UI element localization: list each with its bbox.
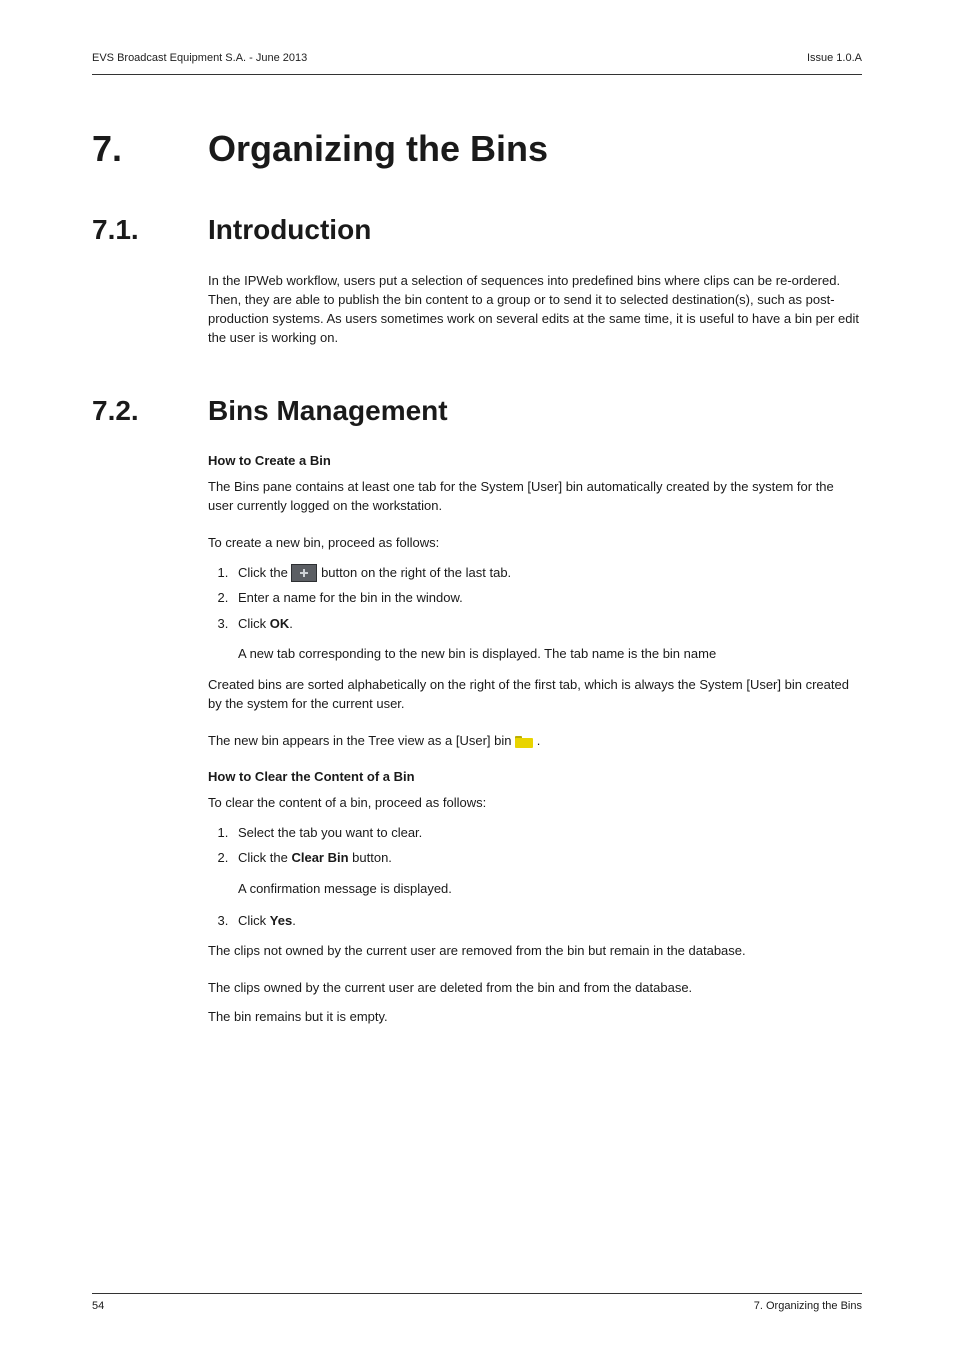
section-title: Bins Management: [208, 395, 448, 427]
clear-bin-after3: The bin remains but it is empty.: [208, 1008, 862, 1027]
chapter-heading: 7. Organizing the Bins: [92, 128, 862, 170]
list-item: Click Yes.: [232, 911, 862, 931]
clear-bin-after1: The clips not owned by the current user …: [208, 942, 862, 961]
clear-bin-result: A confirmation message is displayed.: [238, 880, 862, 899]
plus-icon: [291, 564, 317, 582]
create-bin-result: A new tab corresponding to the new bin i…: [238, 645, 862, 664]
create-bin-heading: How to Create a Bin: [208, 453, 862, 468]
step-text: button on the right of the last tab.: [317, 565, 511, 580]
chapter-number: 7.: [92, 128, 208, 170]
step-text: .: [289, 616, 293, 631]
step-text: Click the: [238, 565, 291, 580]
step-text: Click: [238, 616, 270, 631]
page-number: 54: [92, 1300, 104, 1312]
yes-label: Yes: [270, 913, 292, 928]
list-item: Click OK.: [232, 614, 862, 634]
ok-label: OK: [270, 616, 290, 631]
section-7-1-heading: 7.1. Introduction: [92, 214, 862, 246]
clear-bin-heading: How to Clear the Content of a Bin: [208, 769, 862, 784]
step-text: Click: [238, 913, 270, 928]
text-fragment: .: [533, 733, 540, 748]
list-item: Click the Clear Bin button.: [232, 848, 862, 868]
step-text: button.: [349, 850, 392, 865]
footer-chapter: 7. Organizing the Bins: [754, 1300, 862, 1312]
folder-icon: [515, 736, 533, 748]
clear-bin-steps-b: Click Yes.: [208, 911, 862, 931]
list-item: Select the tab you want to clear.: [232, 823, 862, 843]
section-7-2-heading: 7.2. Bins Management: [92, 395, 862, 427]
list-item: Click the button on the right of the las…: [232, 563, 862, 583]
chapter-title: Organizing the Bins: [208, 128, 548, 170]
clear-bin-intro: To clear the content of a bin, proceed a…: [208, 794, 862, 813]
header-issue: Issue 1.0.A: [807, 52, 862, 64]
clear-bin-label: Clear Bin: [291, 850, 348, 865]
header-divider: [92, 74, 862, 75]
create-bin-steps: Click the button on the right of the las…: [208, 563, 862, 634]
list-item: Enter a name for the bin in the window.: [232, 588, 862, 608]
step-text: Click the: [238, 850, 291, 865]
section-number: 7.2.: [92, 395, 208, 427]
create-bin-intro1: The Bins pane contains at least one tab …: [208, 478, 862, 516]
create-bin-after1: Created bins are sorted alphabetically o…: [208, 676, 862, 714]
create-bin-intro2: To create a new bin, proceed as follows:: [208, 534, 862, 553]
clear-bin-after2: The clips owned by the current user are …: [208, 979, 862, 998]
intro-paragraph: In the IPWeb workflow, users put a selec…: [208, 272, 862, 347]
text-fragment: The new bin appears in the Tree view as …: [208, 733, 515, 748]
step-text: .: [292, 913, 296, 928]
section-title: Introduction: [208, 214, 371, 246]
header-left: EVS Broadcast Equipment S.A. - June 2013: [92, 52, 307, 64]
clear-bin-steps-a: Select the tab you want to clear. Click …: [208, 823, 862, 868]
create-bin-after2: The new bin appears in the Tree view as …: [208, 732, 862, 751]
section-number: 7.1.: [92, 214, 208, 246]
footer-divider: [92, 1293, 862, 1294]
